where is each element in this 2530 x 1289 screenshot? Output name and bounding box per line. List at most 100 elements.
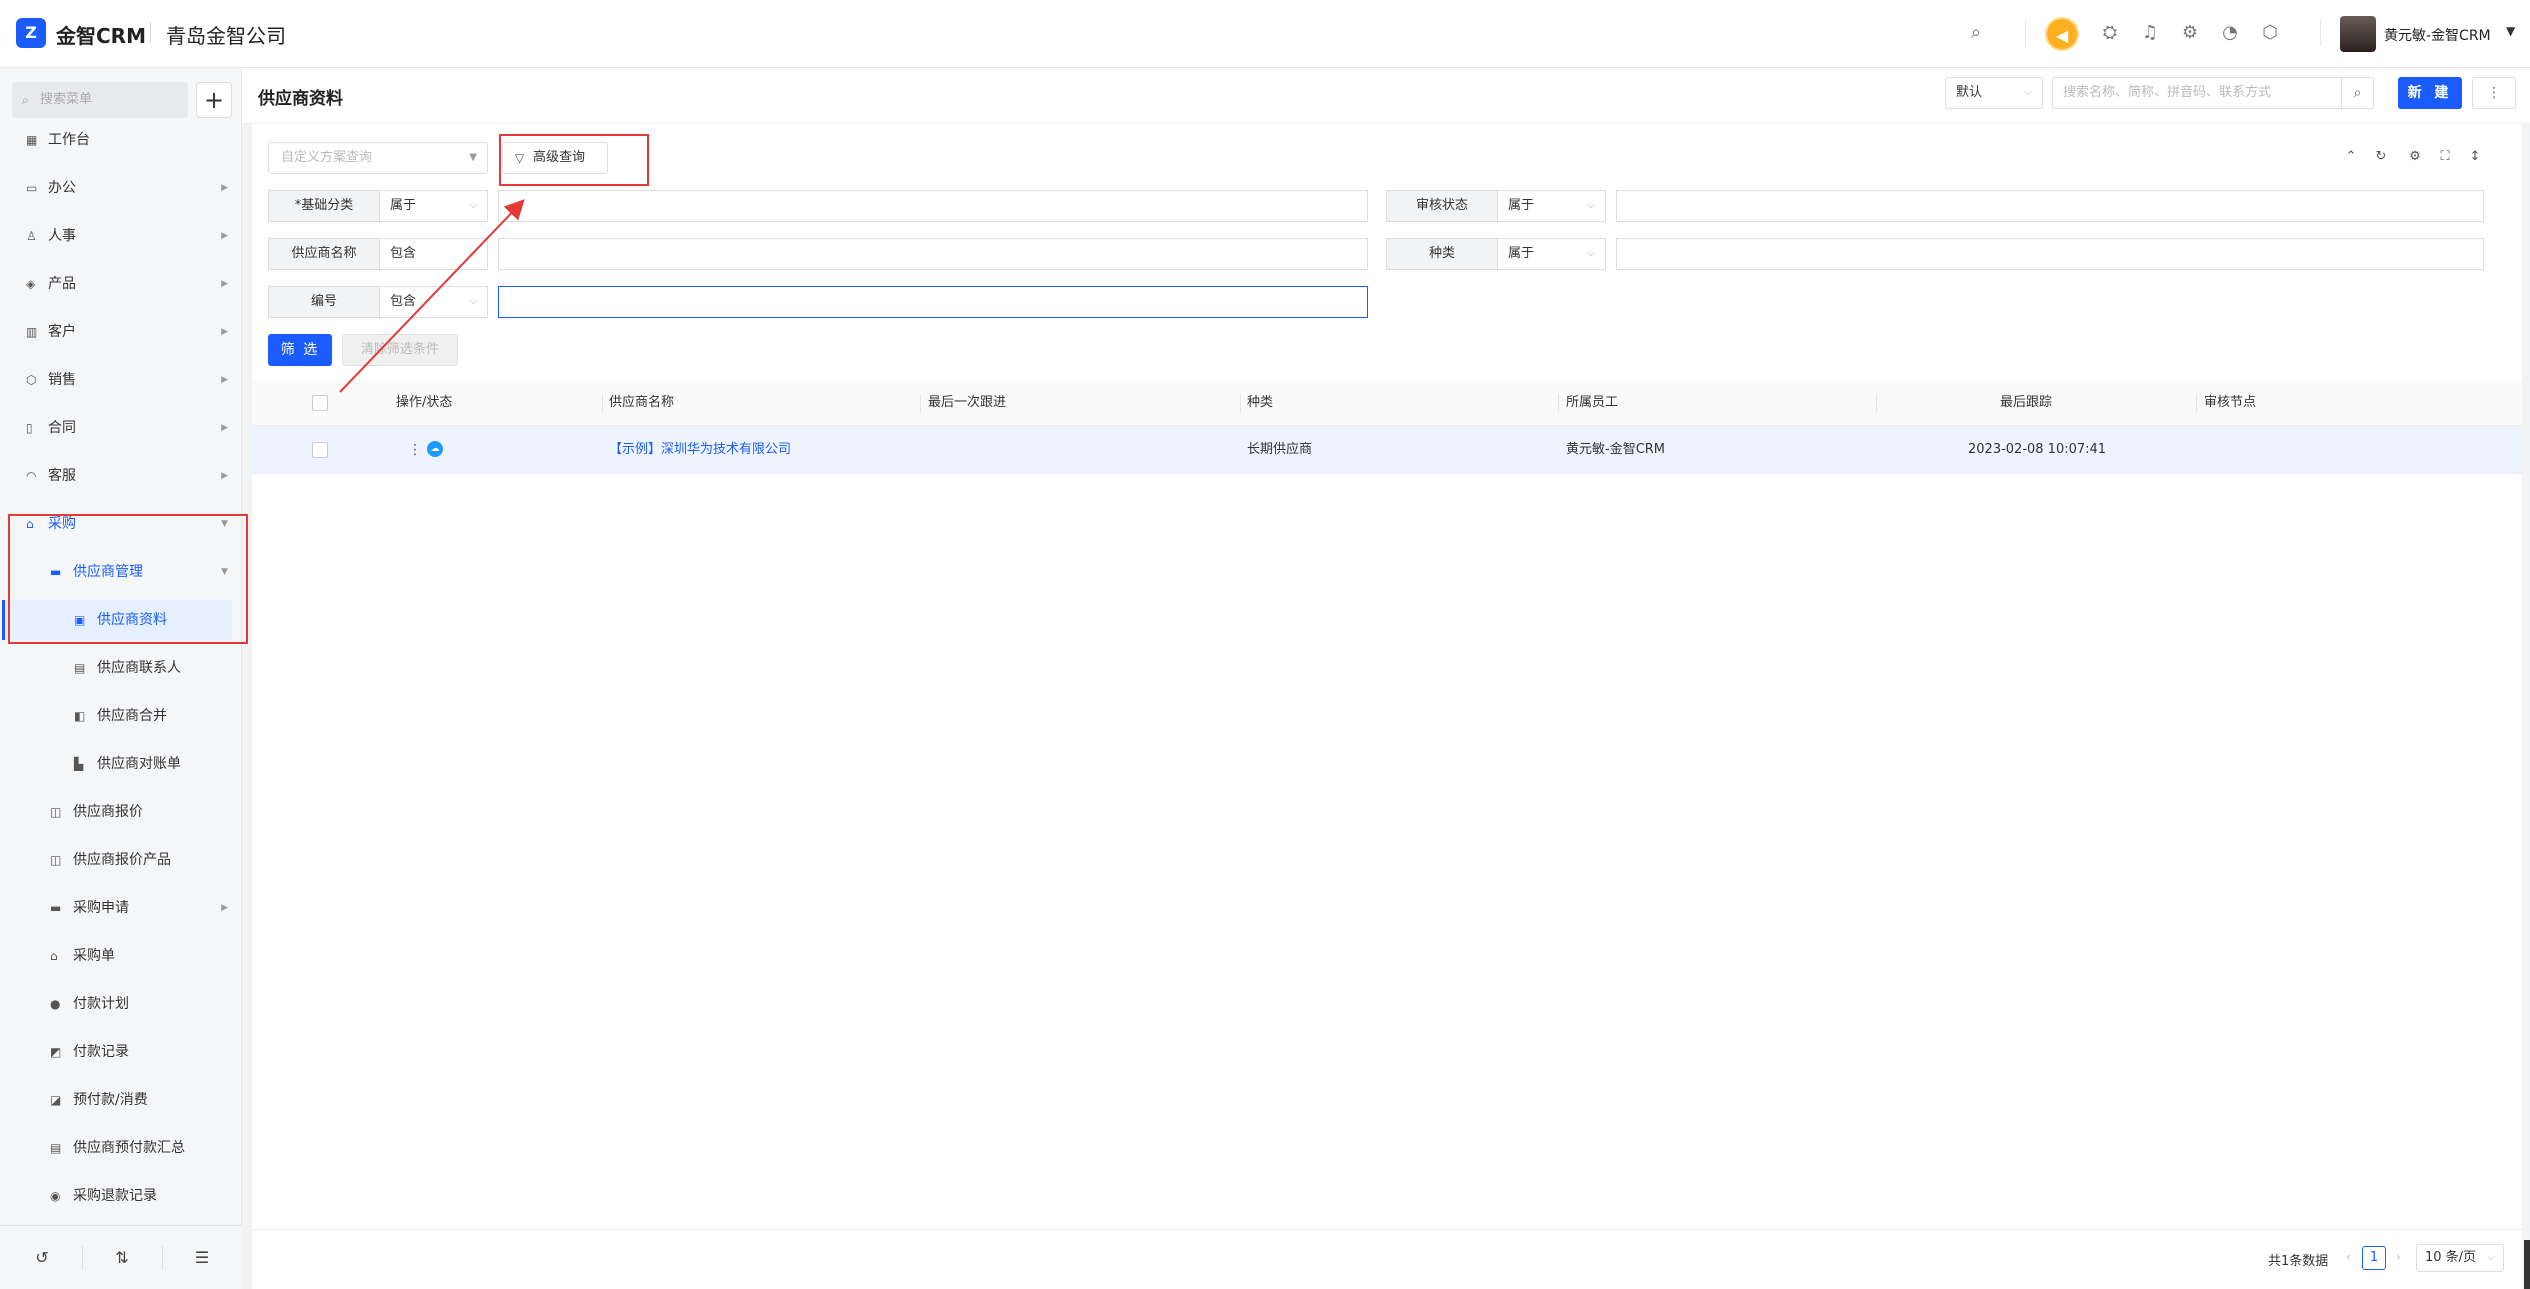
row-checkbox[interactable]: [312, 442, 328, 458]
sidebar-item-product[interactable]: ◈ 产品 ▶: [0, 264, 242, 304]
filter-op-supplier-name[interactable]: 包含 ⌵: [380, 238, 488, 270]
sidebar-item-contract[interactable]: ▯ 合同 ▶: [0, 408, 242, 448]
chevron-down-icon: ⌵: [469, 296, 477, 307]
filter-op-kind[interactable]: 属于 ⌵: [1498, 238, 1606, 270]
chevron-right-icon: ▶: [221, 327, 228, 337]
chevron-down-icon[interactable]: ▼: [2506, 24, 2515, 38]
sidebar-item-payment-plan[interactable]: ● 付款计划: [0, 984, 242, 1024]
chart-icon: ▥: [26, 325, 38, 339]
sliders-icon[interactable]: ⇅: [110, 1246, 134, 1270]
sidebar-item-service[interactable]: ◠ 客服 ▶: [0, 456, 242, 496]
sidebar-item-supplier-statement[interactable]: ▙ 供应商对账单: [0, 744, 242, 784]
column-header-last-follow[interactable]: 最后一次跟进: [928, 380, 1006, 426]
stamp-icon: ▙: [74, 757, 84, 771]
sidebar-item-prepayment[interactable]: ◪ 预付款/消费: [0, 1080, 242, 1120]
clear-filter-button[interactable]: 清除筛选条件: [342, 334, 458, 366]
sidebar-item-supplier-merge[interactable]: ◧ 供应商合并: [0, 696, 242, 736]
new-button[interactable]: 新 建: [2398, 77, 2462, 109]
dashboard-icon: ▦: [26, 133, 38, 147]
search-button[interactable]: ⌕: [2342, 77, 2374, 109]
scroll-handle[interactable]: [2524, 1240, 2530, 1289]
contacts-icon[interactable]: ⛭: [2097, 20, 2123, 46]
history-icon[interactable]: ↺: [30, 1246, 54, 1270]
sidebar-item-supplier-management[interactable]: ▬ 供应商管理 ▼: [0, 552, 242, 592]
page-size-select[interactable]: 10 条/页 ⌵: [2416, 1244, 2504, 1272]
filter-input-audit-status[interactable]: [1616, 190, 2484, 222]
sidebar-item-prepayment-summary[interactable]: ▤ 供应商预付款汇总: [0, 1128, 242, 1168]
custom-scheme-select[interactable]: 自定义方案查询 ▼: [268, 142, 488, 174]
filter-input-category[interactable]: .: [498, 190, 1368, 222]
company-name[interactable]: 青岛金智公司: [166, 20, 286, 49]
chevron-right-icon: ▶: [221, 279, 228, 289]
sidebar-item-supplier-profile[interactable]: ▣ 供应商资料: [2, 600, 232, 640]
column-header-supplier-name[interactable]: 供应商名称: [609, 380, 674, 426]
basket-icon: ⌂: [26, 517, 34, 531]
box-icon: ◈: [26, 277, 36, 291]
filter-input-number[interactable]: [498, 286, 1368, 318]
sidebar-item-supplier-quote[interactable]: ◫ 供应商报价: [0, 792, 242, 832]
column-header-employee[interactable]: 所属员工: [1566, 380, 1618, 426]
filter-button[interactable]: 筛 选: [268, 334, 332, 366]
sidebar-item-office[interactable]: ▭ 办公 ▶: [0, 168, 242, 208]
add-menu-button[interactable]: +: [196, 82, 232, 118]
gear-icon[interactable]: ⚙: [2177, 20, 2203, 46]
username[interactable]: 黄元敏-金智CRM: [2384, 25, 2491, 45]
filter-op-audit-status[interactable]: 属于 ⌵: [1498, 190, 1606, 222]
pie-chart-icon[interactable]: ◔: [2217, 20, 2243, 46]
chevron-down-icon: ⌵: [2024, 87, 2032, 98]
sidebar-item-supplier-quote-product[interactable]: ◫ 供应商报价产品: [0, 840, 242, 880]
page-number[interactable]: 1: [2362, 1246, 2386, 1270]
cube-icon[interactable]: ⬡: [2257, 20, 2283, 46]
avatar[interactable]: [2340, 16, 2376, 52]
filter-input-kind[interactable]: [1616, 238, 2484, 270]
column-header-kind[interactable]: 种类: [1247, 380, 1273, 426]
more-vertical-icon[interactable]: ⋮: [408, 426, 422, 474]
column-header-last-track[interactable]: 最后跟踪: [2000, 380, 2052, 426]
sidebar-item-purchase[interactable]: ⌂ 采购 ▼: [0, 504, 242, 544]
sidebar-item-purchase-order[interactable]: ⌂ 采购单: [0, 936, 242, 976]
sidebar-item-purchase-request[interactable]: ▬ 采购申请 ▶: [0, 888, 242, 928]
refresh-icon[interactable]: ↻: [2370, 146, 2392, 168]
total-count: 共1条数据: [2268, 1254, 2329, 1269]
footer-divider: [162, 1246, 163, 1270]
column-header-audit-node[interactable]: 审核节点: [2204, 380, 2256, 426]
table-row[interactable]: ⋮ ☁ 【示例】深圳华为技术有限公司 长期供应商 黄元敏-金智CRM 2023-…: [252, 426, 2522, 474]
quote-icon: ◫: [50, 853, 62, 867]
search-icon[interactable]: ⌕: [1963, 20, 1989, 46]
chevron-right-icon: ▶: [221, 903, 228, 913]
column-header-actions: 操作/状态: [396, 395, 453, 410]
collapse-up-icon[interactable]: ⌃: [2340, 146, 2362, 168]
cell-kind: 长期供应商: [1247, 442, 1313, 457]
row-height-icon[interactable]: ↕: [2464, 146, 2486, 168]
supplier-name-link[interactable]: 【示例】深圳华为技术有限公司: [609, 426, 791, 474]
collapse-menu-icon[interactable]: ☰: [190, 1246, 214, 1270]
search-input[interactable]: 搜索名称、简称、拼音码、联系方式: [2052, 77, 2342, 109]
sidebar-item-customer[interactable]: ▥ 客户 ▶: [0, 312, 242, 352]
sidebar-item-hr[interactable]: ♙ 人事 ▶: [0, 216, 242, 256]
sidebar-item-purchase-refund[interactable]: ◉ 采购退款记录: [0, 1176, 242, 1216]
filter-op-number[interactable]: 包含 ⌵: [380, 286, 488, 318]
sidebar-item-supplier-contact[interactable]: ▤ 供应商联系人: [0, 648, 242, 688]
folder-icon: ▬: [50, 565, 62, 579]
sidebar-item-workbench[interactable]: ▦ 工作台: [0, 120, 242, 160]
advanced-query-button[interactable]: ▽ 高级查询: [502, 142, 608, 174]
filter-icon: ▽: [515, 151, 525, 165]
refund-icon: ◉: [50, 1189, 61, 1203]
select-all-checkbox[interactable]: [312, 395, 328, 411]
more-button[interactable]: ⋮: [2472, 77, 2516, 109]
announcement-icon[interactable]: ◀: [2045, 17, 2079, 51]
search-icon: ⌕: [22, 93, 29, 107]
sidebar-item-payment-record[interactable]: ◩ 付款记录: [0, 1032, 242, 1072]
filter-op-category[interactable]: 属于 ⌵: [380, 190, 488, 222]
bell-icon[interactable]: ♫: [2137, 20, 2163, 46]
sidebar-item-sales[interactable]: ⬡ 销售 ▶: [0, 360, 242, 400]
chevron-down-icon: ▼: [221, 567, 228, 577]
menu-search-input[interactable]: ⌕ 搜索菜单: [12, 82, 188, 118]
chevron-right-icon: ▶: [221, 183, 228, 193]
filter-input-supplier-name[interactable]: [498, 238, 1368, 270]
fullscreen-icon[interactable]: ⛶: [2434, 146, 2456, 168]
gear-icon[interactable]: ⚙: [2404, 146, 2426, 168]
view-select[interactable]: 默认 ⌵: [1945, 77, 2043, 109]
prev-page-icon[interactable]: ‹: [2346, 1250, 2351, 1264]
next-page-icon[interactable]: ›: [2396, 1250, 2401, 1264]
